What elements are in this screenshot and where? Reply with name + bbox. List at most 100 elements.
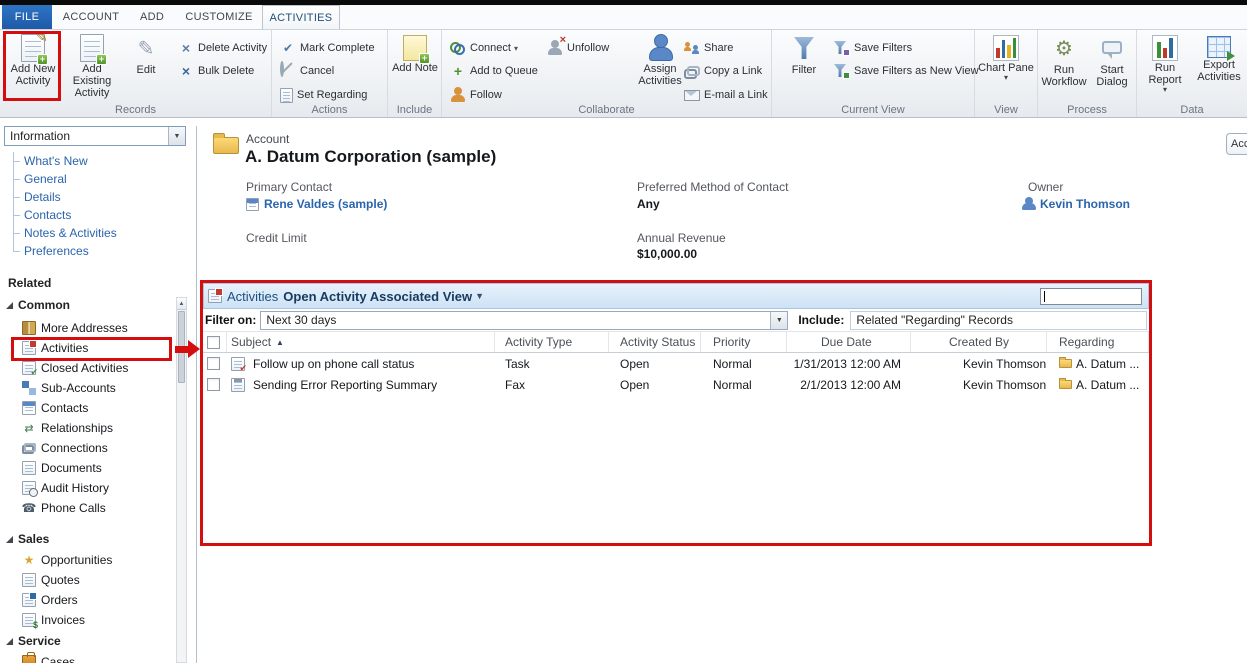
save-filters-as-new-view-button[interactable]: Save Filters as New View — [834, 61, 979, 81]
column-header-created-by[interactable]: Created By — [911, 332, 1047, 352]
cases-icon — [22, 655, 36, 663]
sidebar-item-opportunities[interactable]: ★ Opportunities — [22, 550, 172, 570]
documents-icon — [22, 461, 36, 475]
sidebar-item-invoices[interactable]: Invoices — [22, 610, 172, 630]
sidebar-group-sales[interactable]: Sales — [6, 532, 49, 546]
sidebar-item-phone-calls[interactable]: ☎ Phone Calls — [22, 498, 172, 518]
sidebar-item-contacts[interactable]: Contacts — [22, 398, 172, 418]
column-header-due-date[interactable]: Due Date — [787, 332, 911, 352]
set-regarding-button[interactable]: Set Regarding — [280, 85, 367, 105]
include-field[interactable]: Related "Regarding" Records — [850, 311, 1147, 330]
assign-activities-button[interactable]: Assign Activities — [632, 32, 688, 104]
sidebar-item-activities[interactable]: Activities — [22, 338, 172, 358]
tab-add[interactable]: ADD — [130, 5, 174, 29]
ribbon-group-current-view: Filter Save Filters Save Filters as New … — [772, 30, 975, 117]
add-to-queue-button[interactable]: + Add to Queue — [450, 61, 538, 81]
button-label: Connect — [470, 42, 511, 54]
add-note-button[interactable]: + Add Note — [392, 32, 438, 104]
connect-button[interactable]: Connect ▾ — [450, 38, 518, 58]
save-filters-button[interactable]: Save Filters — [834, 38, 912, 58]
sidebar-item-orders[interactable]: Orders — [22, 590, 172, 610]
record-title: A. Datum Corporation (sample) — [245, 147, 496, 167]
sidebar-item-more-addresses[interactable]: More Addresses — [22, 318, 172, 338]
row-checkbox[interactable] — [207, 357, 220, 370]
start-dialog-button[interactable]: Start Dialog — [1088, 32, 1136, 104]
sidebar-item-closed-activities[interactable]: Closed Activities — [22, 358, 172, 378]
activities-icon — [22, 341, 36, 355]
group-label-current-view: Current View — [772, 104, 974, 116]
chart-pane-button[interactable]: Chart Pane ▾ — [978, 32, 1034, 104]
form-selector[interactable]: Information ▼ — [4, 126, 186, 146]
grid-column-headers: Subject ▲ Activity Type Activity Status … — [203, 332, 1149, 353]
sidebar-item-preferences[interactable]: Preferences — [8, 242, 178, 260]
sidebar-item-cases[interactable]: Cases — [22, 652, 172, 663]
share-button[interactable]: Share — [684, 38, 733, 58]
preferred-method-value: Any — [637, 197, 660, 211]
unfollow-button[interactable]: × Unfollow — [547, 38, 609, 58]
column-header-regarding[interactable]: Regarding — [1047, 332, 1149, 352]
chevron-down-icon[interactable]: ▼ — [770, 312, 787, 329]
column-header-priority[interactable]: Priority — [701, 332, 787, 352]
column-header-subject[interactable]: Subject ▲ — [227, 332, 495, 352]
share-icon — [684, 40, 700, 56]
sidebar-item-notes-activities[interactable]: Notes & Activities — [8, 224, 178, 242]
bulk-delete-button[interactable]: × Bulk Delete — [178, 61, 254, 81]
dropdown-caret-icon: ▾ — [514, 44, 518, 53]
view-selector[interactable]: Open Activity Associated View ▼ — [283, 289, 484, 304]
sidebar-item-whats-new[interactable]: What's New — [8, 152, 178, 170]
button-label: Start Dialog — [1088, 64, 1136, 88]
sidebar-item-details[interactable]: Details — [8, 188, 178, 206]
activity-row[interactable]: Sending Error Reporting Summary Fax Open… — [203, 374, 1149, 395]
button-label: Assign Activities — [632, 63, 688, 87]
column-header-activity-type[interactable]: Activity Type — [495, 332, 609, 352]
mark-complete-button[interactable]: ✔ Mark Complete — [280, 38, 375, 58]
tab-account[interactable]: ACCOUNT — [57, 5, 125, 29]
group-label-records: Records — [0, 104, 271, 116]
group-label-process: Process — [1038, 104, 1136, 116]
sidebar-item-sub-accounts[interactable]: Sub-Accounts — [22, 378, 172, 398]
sidebar-item-connections[interactable]: Connections — [22, 438, 172, 458]
filter-dropdown[interactable]: Next 30 days ▼ — [260, 311, 788, 330]
grid-filter-row: Filter on: Next 30 days ▼ Include: Relat… — [203, 309, 1149, 332]
sidebar-group-common[interactable]: Common — [6, 298, 70, 312]
chevron-down-icon[interactable]: ▼ — [168, 127, 185, 145]
cancel-button[interactable]: Cancel — [280, 61, 334, 81]
preferred-method-label: Preferred Method of Contact — [637, 180, 788, 194]
row-checkbox[interactable] — [207, 378, 220, 391]
copy-link-button[interactable]: Copy a Link — [684, 61, 762, 81]
sidebar-item-contacts-section[interactable]: Contacts — [8, 206, 178, 224]
activity-row[interactable]: Follow up on phone call status Task Open… — [203, 353, 1149, 374]
sidebar-item-audit-history[interactable]: Audit History — [22, 478, 172, 498]
sidebar-item-quotes[interactable]: Quotes — [22, 570, 172, 590]
email-link-button[interactable]: E-mail a Link — [684, 85, 768, 105]
sidebar-item-general[interactable]: General — [8, 170, 178, 188]
item-label: Closed Activities — [41, 361, 128, 375]
column-header-activity-status[interactable]: Activity Status — [609, 332, 701, 352]
scroll-up-icon[interactable]: ▲ — [177, 298, 186, 310]
tab-activities[interactable]: ACTIVITIES — [262, 5, 340, 29]
primary-contact-link[interactable]: Rene Valdes (sample) — [264, 197, 387, 211]
button-label: Copy a Link — [704, 65, 762, 77]
add-new-activity-button[interactable]: ✎+ Add New Activity — [5, 32, 61, 104]
run-workflow-button[interactable]: ⚙ Run Workflow — [1040, 32, 1088, 104]
filter-button[interactable]: Filter — [780, 32, 828, 104]
select-all-checkbox[interactable] — [207, 336, 220, 349]
add-existing-activity-button[interactable]: + Add Existing Activity — [63, 32, 121, 104]
export-activities-button[interactable]: Export Activities — [1193, 32, 1245, 104]
tab-customize[interactable]: CUSTOMIZE — [179, 5, 259, 29]
run-report-button[interactable]: Run Report ▾ — [1139, 32, 1191, 104]
collapsed-right-panel-tab[interactable]: Acc — [1226, 133, 1247, 155]
follow-button[interactable]: Follow — [450, 85, 502, 105]
grid-search-input[interactable] — [1040, 288, 1142, 305]
grid-empty-area — [203, 395, 1149, 564]
sidebar-item-documents[interactable]: Documents — [22, 458, 172, 478]
tab-file[interactable]: FILE — [2, 5, 52, 29]
sidebar-item-relationships[interactable]: ⇄ Relationships — [22, 418, 172, 438]
edit-button[interactable]: ✎ Edit — [123, 32, 169, 104]
add-note-icon: + — [403, 35, 427, 61]
sidebar-group-service[interactable]: Service — [6, 634, 61, 648]
delete-activity-button[interactable]: × Delete Activity — [178, 38, 267, 58]
assign-activities-icon — [647, 34, 673, 62]
owner-link[interactable]: Kevin Thomson — [1040, 197, 1130, 211]
crm-window: FILE ACCOUNT ADD CUSTOMIZE ACTIVITIES ✎+… — [0, 0, 1247, 663]
